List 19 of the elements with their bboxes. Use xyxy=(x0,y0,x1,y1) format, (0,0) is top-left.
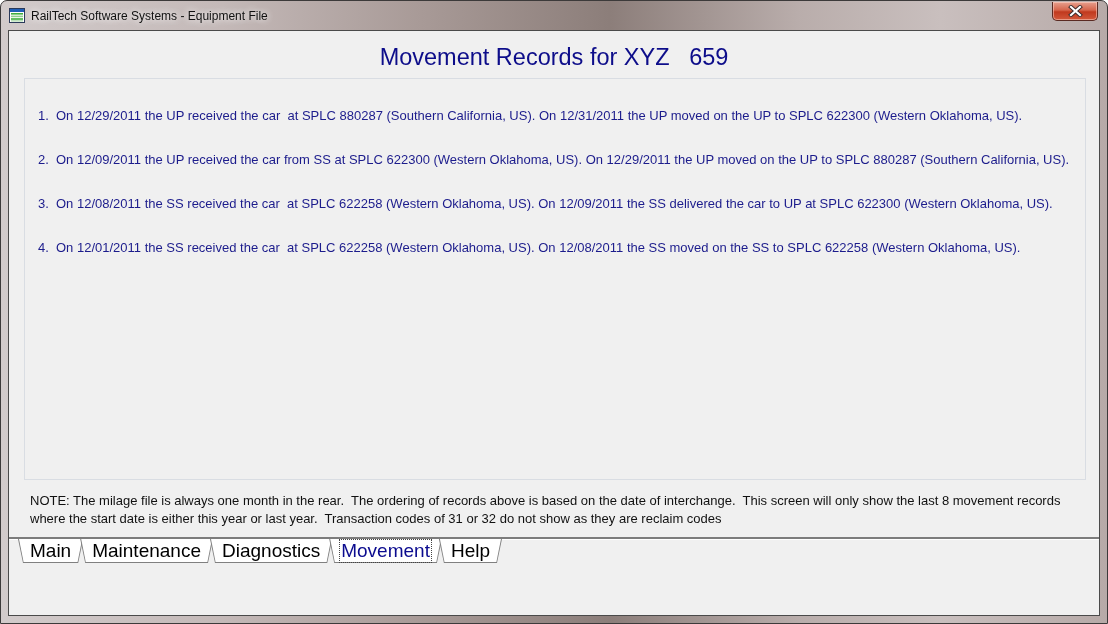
tab[interactable]: Maintenance xyxy=(80,539,213,563)
note-text: NOTE: The milage file is always one month in the rear. The ordering of records above is based on the date of interchange. This screen will only show the last 8 movement records where the start date is either this year or last year. Transaction codes of 31 or 32 do not show as they are reclaim codes xyxy=(30,492,1062,528)
record-number: 1. xyxy=(38,108,50,124)
close-icon xyxy=(1067,5,1083,17)
record-number: 3. xyxy=(38,196,50,212)
record-number: 4. xyxy=(38,240,50,256)
close-button[interactable] xyxy=(1052,2,1098,21)
tab[interactable]: Help xyxy=(438,539,502,563)
page-heading: Movement Records for XYZ 659 xyxy=(379,44,729,70)
tab[interactable]: Movement xyxy=(329,539,442,563)
record-text: On 12/08/2011 the SS received the car at SPLC 622258 (Western Oklahoma, US). On 12/09/2011 the SS delivered the car to UP at SPLC 622300 (Western Oklahoma, US). xyxy=(56,196,1053,212)
tab[interactable]: Diagnostics xyxy=(210,539,333,563)
tab[interactable]: Main xyxy=(18,539,84,563)
record-text: On 12/29/2011 the UP received the car at SPLC 880287 (Southern California, US). On 12/31/2011 the UP moved on the UP to SPLC 622300 (Western Oklahoma, US). xyxy=(56,108,1023,124)
window-title: RailTech Software Systems - Equipment File xyxy=(31,8,268,24)
record-text: On 12/01/2011 the SS received the car at SPLC 622258 (Western Oklahoma, US). On 12/08/2011 the SS moved on the SS to SPLC 622258 (Western Oklahoma, US). xyxy=(56,240,1021,256)
record-text: On 12/09/2011 the UP received the car from SS at SPLC 622300 (Western Oklahoma, US). On 12/29/2011 the UP moved on the UP to SPLC 880287 (Southern California, US). xyxy=(56,152,1070,168)
table-icon xyxy=(9,8,25,23)
record-number: 2. xyxy=(38,152,50,168)
